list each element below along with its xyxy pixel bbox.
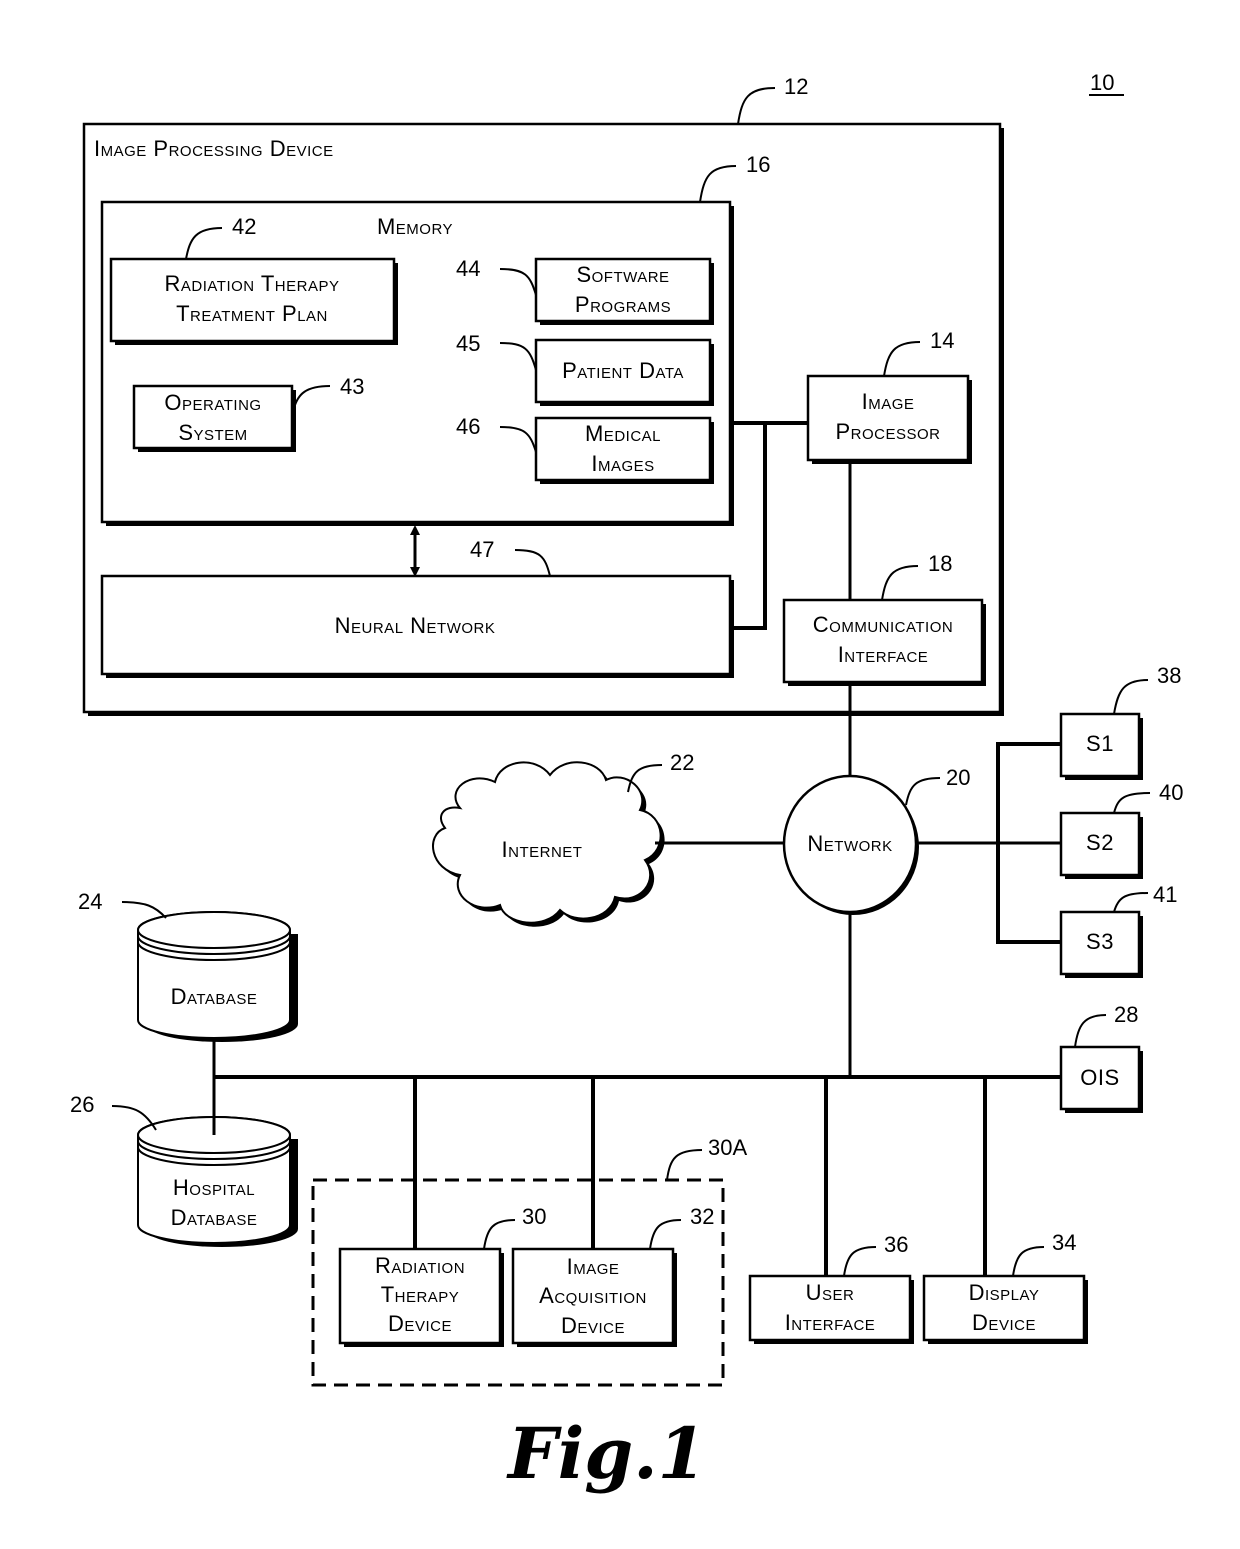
s1-label: S1 — [1086, 731, 1114, 756]
main-bus — [212, 1040, 1060, 1277]
treatment-plan-line2: Treatment Plan — [176, 301, 328, 326]
ref-12: 12 — [784, 74, 808, 99]
ref-24: 24 — [78, 889, 102, 914]
hospital-database-line1: Hospital — [173, 1175, 255, 1200]
ref-14: 14 — [930, 328, 954, 353]
network-label: Network — [807, 831, 892, 856]
image-acquisition-device-line3: Device — [561, 1313, 625, 1338]
communication-interface-line1: Communication — [813, 612, 953, 637]
ref-45: 45 — [456, 331, 480, 356]
s1: S1 38 — [1059, 663, 1181, 780]
image-processor-line2: Processor — [835, 419, 940, 444]
s2: S2 40 — [1059, 780, 1183, 879]
image-acquisition-device-line1: Image — [567, 1254, 620, 1279]
ref-30a: 30A — [708, 1135, 747, 1160]
ref-43: 43 — [340, 374, 364, 399]
radiation-therapy-device-line2: Therapy — [381, 1282, 460, 1307]
internet-label: Internet — [502, 837, 583, 862]
medical-images-line2: Images — [591, 451, 654, 476]
ref-16: 16 — [746, 152, 770, 177]
medical-images-line1: Medical — [585, 421, 661, 446]
database: Database 24 — [78, 889, 298, 1042]
treatment-plan-line1: Radiation Therapy — [165, 271, 340, 296]
image-processor-line1: Image — [862, 389, 915, 414]
ref-18: 18 — [928, 551, 952, 576]
ref-38: 38 — [1157, 663, 1181, 688]
radiation-therapy-device-line3: Device — [388, 1311, 452, 1336]
ref-40: 40 — [1159, 780, 1183, 805]
ref-34: 34 — [1052, 1230, 1076, 1255]
patient-data-label: Patient Data — [562, 358, 684, 383]
memory-label: Memory — [377, 214, 453, 239]
ois: OIS 28 — [1059, 1002, 1143, 1113]
display-device-line2: Device — [972, 1310, 1036, 1335]
internet-cloud: Internet 22 — [432, 750, 694, 927]
ref-47: 47 — [470, 537, 494, 562]
user-interface: User Interface 36 — [748, 1232, 914, 1344]
system-diagram: 10 Image Processing Device 12 Memory 16 … — [70, 70, 1183, 1495]
ref-28: 28 — [1114, 1002, 1138, 1027]
image-acquisition-device-line2: Acquisition — [539, 1283, 647, 1308]
s3-label: S3 — [1086, 929, 1114, 954]
radiation-therapy-device-line1: Radiation — [375, 1253, 465, 1278]
ref-32: 32 — [690, 1204, 714, 1229]
system-reference: 10 — [1089, 70, 1124, 96]
hospital-database: Hospital Database 26 — [70, 1092, 298, 1247]
ref-26: 26 — [70, 1092, 94, 1117]
ref-30: 30 — [522, 1204, 546, 1229]
ref-44: 44 — [456, 256, 480, 281]
sensor-bus — [916, 742, 1060, 944]
s3: S3 41 — [1059, 882, 1177, 978]
s2-label: S2 — [1086, 830, 1114, 855]
ref-41: 41 — [1153, 882, 1177, 907]
hospital-database-line2: Database — [171, 1205, 258, 1230]
ois-label: OIS — [1080, 1065, 1119, 1090]
display-device: Display Device 34 — [922, 1230, 1088, 1344]
ref-42: 42 — [232, 214, 256, 239]
software-programs-line2: Programs — [575, 292, 671, 317]
database-label: Database — [171, 984, 258, 1009]
system-ref-label: 10 — [1090, 70, 1114, 95]
network: Network 20 — [782, 765, 970, 915]
operating-system-line1: Operating — [164, 390, 261, 415]
display-device-line1: Display — [969, 1280, 1040, 1305]
ref-46: 46 — [456, 414, 480, 439]
ref-20: 20 — [946, 765, 970, 790]
ref-36: 36 — [884, 1232, 908, 1257]
software-programs-line1: Software — [576, 262, 669, 287]
operating-system-line2: System — [178, 420, 247, 445]
image-processing-device-label: Image Processing Device — [94, 136, 334, 161]
ref-22: 22 — [670, 750, 694, 775]
user-interface-line2: Interface — [785, 1310, 876, 1335]
user-interface-line1: User — [806, 1280, 855, 1305]
communication-interface-line2: Interface — [838, 642, 929, 667]
neural-network-label: Neural Network — [335, 613, 496, 638]
figure-caption: Fig.1 — [506, 1412, 706, 1495]
